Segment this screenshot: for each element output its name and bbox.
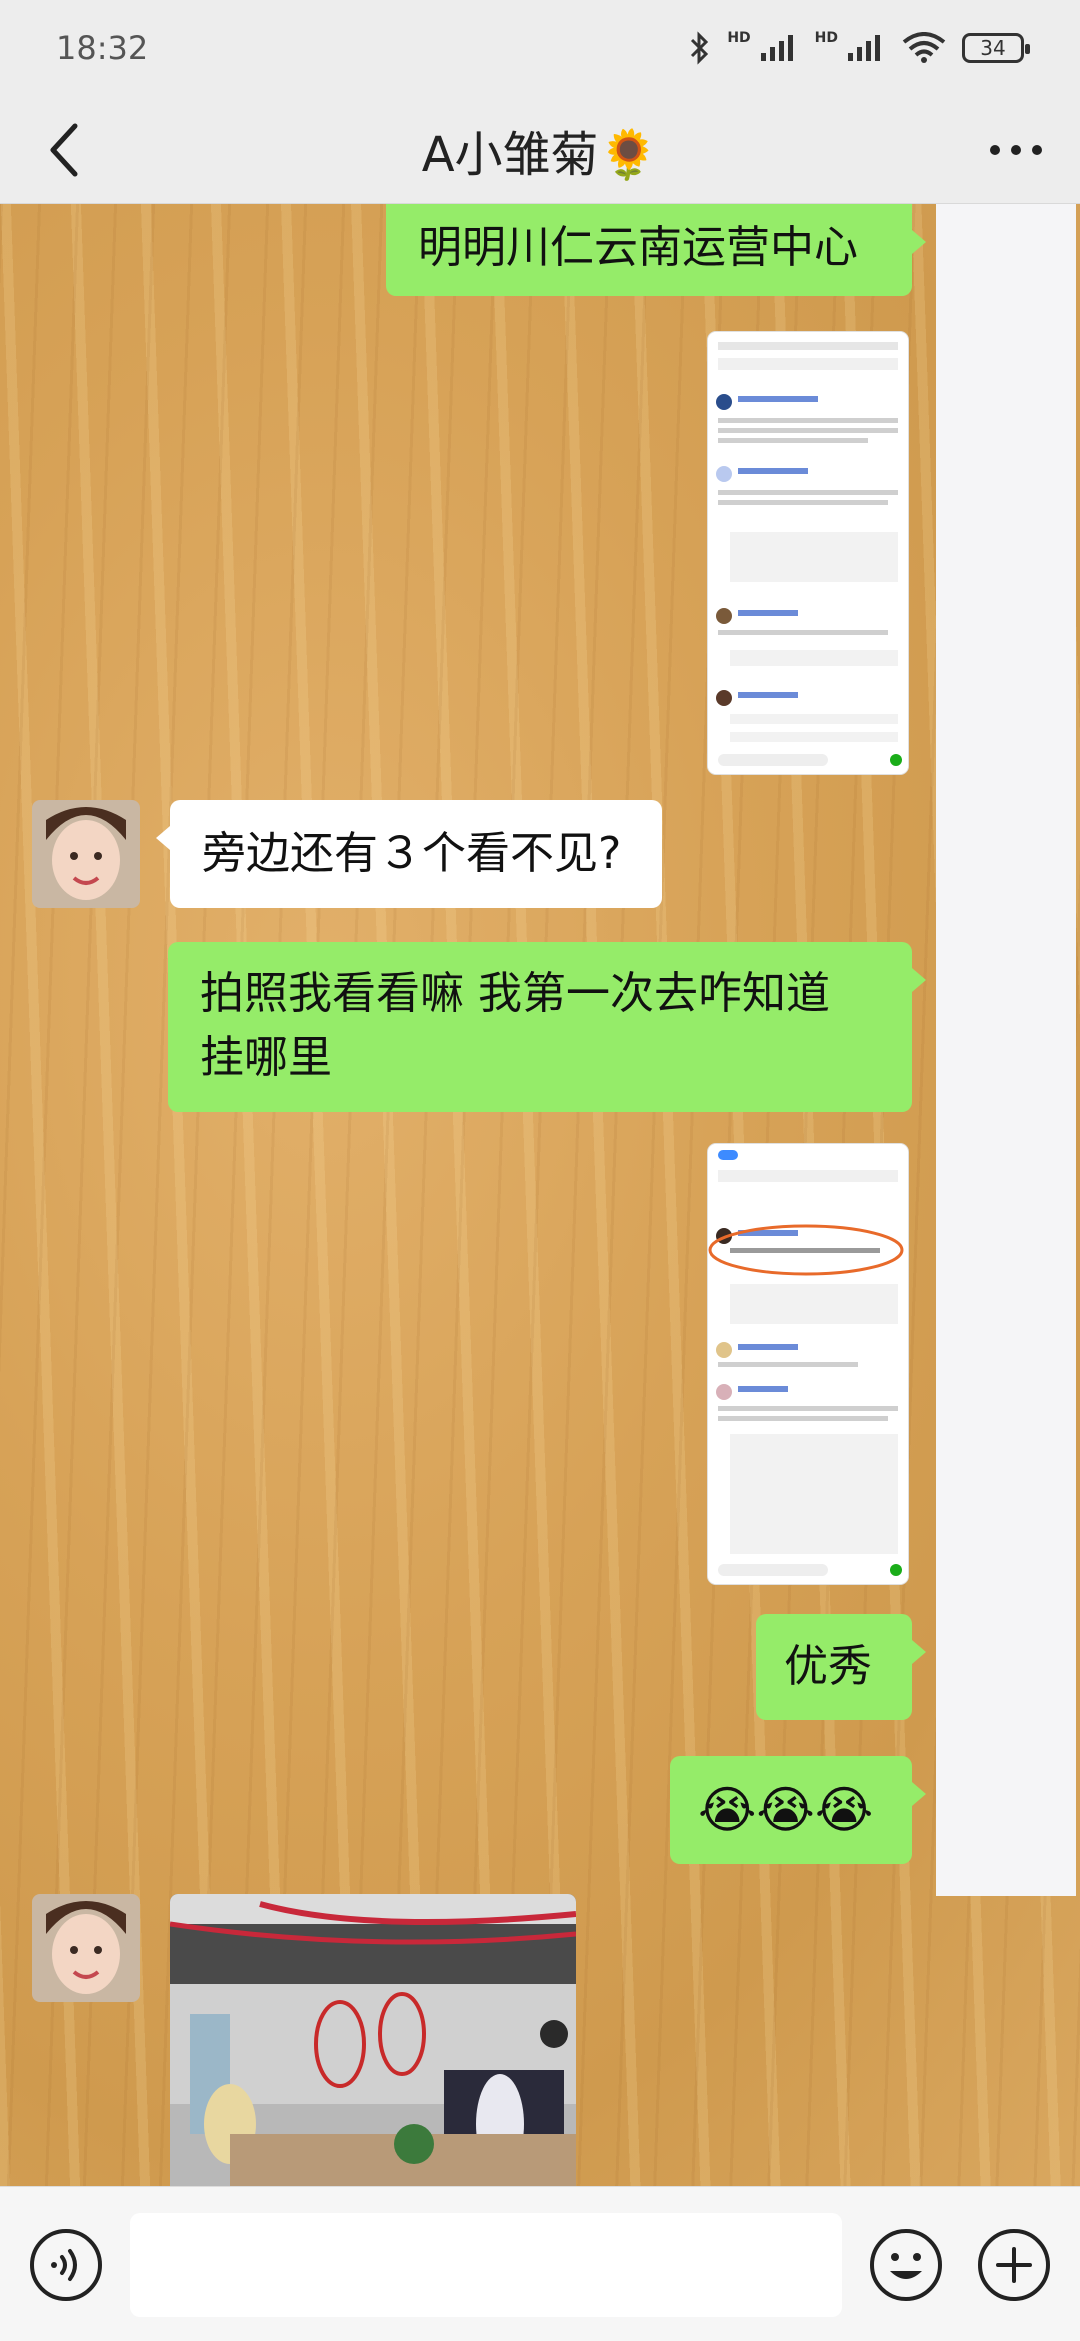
voice-icon xyxy=(30,2229,102,2301)
sent-image-message[interactable] xyxy=(708,332,908,774)
voice-input-button[interactable] xyxy=(28,2227,104,2303)
sent-message-bubble[interactable]: 拍照我看看嘛 我第一次去咋知道 挂哪里 xyxy=(168,942,926,1112)
status-time: 18:32 xyxy=(56,29,149,67)
chat-title: A小雏菊🌻 xyxy=(421,126,659,183)
message-text: 优秀 xyxy=(784,1641,872,1692)
more-options-button[interactable] xyxy=(982,116,1050,184)
sent-message-bubble[interactable]: 明明川仁云南运营中心 xyxy=(386,204,926,296)
message-input[interactable] xyxy=(130,2213,842,2317)
hd-label-2: HD xyxy=(814,30,838,46)
more-functions-button[interactable] xyxy=(976,2227,1052,2303)
received-message-bubble[interactable]: 旁边还有３个看不见? xyxy=(156,800,662,908)
chevron-left-icon xyxy=(50,123,78,177)
signal-icon-2 xyxy=(846,33,886,63)
emoji-button[interactable] xyxy=(868,2227,944,2303)
message-text: 旁边还有３个看不见? xyxy=(202,828,622,879)
message-emoji-text: 😭😭😭 xyxy=(698,1781,874,1839)
bluetooth-icon xyxy=(689,30,711,66)
back-button[interactable] xyxy=(30,116,98,184)
sent-message-bubble[interactable]: 😭😭😭 xyxy=(670,1756,926,1864)
status-bar: 18:32 HD HD 34 xyxy=(0,0,1080,96)
sent-message-bubble[interactable]: 优秀 xyxy=(756,1614,926,1720)
message-text-line: 拍照我看看嘛 我第一次去咋知道 xyxy=(200,968,830,1019)
more-dots-icon xyxy=(990,145,1042,155)
contact-avatar[interactable] xyxy=(32,800,140,908)
received-image-message[interactable] xyxy=(170,1894,576,2186)
signal-icon-1 xyxy=(759,33,799,63)
screenshot-thumbnail-annotated-icon xyxy=(708,1144,908,1584)
battery-level: 34 xyxy=(980,36,1006,60)
message-text: 明明川仁云南运营中心 xyxy=(418,222,858,273)
avatar-photo-icon xyxy=(32,1894,140,2002)
input-bar xyxy=(0,2186,1080,2341)
wifi-icon xyxy=(902,32,946,64)
message-text-line: 挂哪里 xyxy=(200,1032,332,1083)
contact-avatar[interactable] xyxy=(32,1894,140,2002)
plus-icon xyxy=(978,2229,1050,2301)
avatar-photo-icon xyxy=(32,800,140,908)
status-icons: HD HD 34 xyxy=(689,30,1030,66)
sent-image-message[interactable] xyxy=(708,1144,908,1584)
chat-messages[interactable]: 明明川仁云南运营中心 旁边还有３个看不见? 拍照我看看嘛 我第一次去咋知道 挂哪… xyxy=(0,204,1080,2186)
screenshot-thumbnail-icon xyxy=(708,332,908,774)
chat-header: A小雏菊🌻 xyxy=(0,96,1080,204)
hd-label-1: HD xyxy=(727,30,751,46)
smiley-icon xyxy=(870,2229,942,2301)
office-photo-icon xyxy=(170,1894,576,2186)
side-overlay-panel xyxy=(936,204,1076,1896)
battery-icon: 34 xyxy=(962,33,1030,63)
